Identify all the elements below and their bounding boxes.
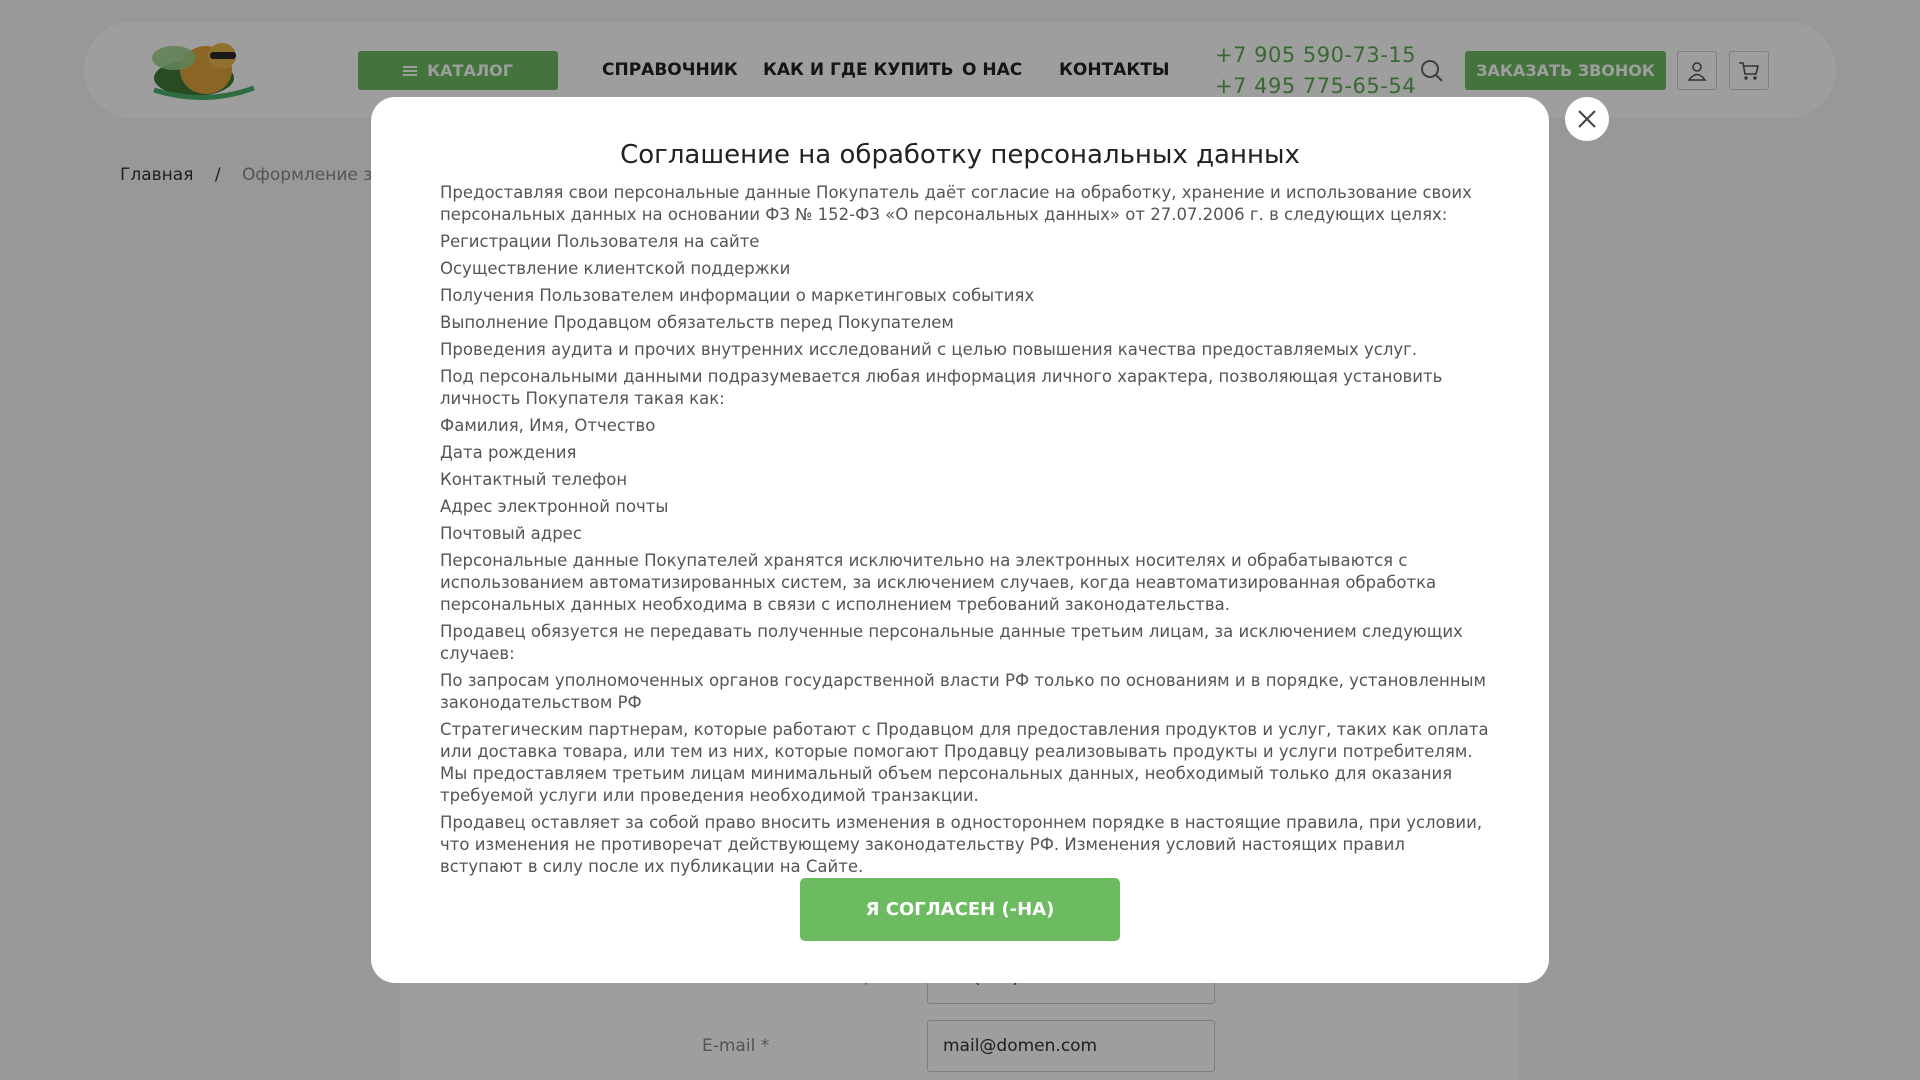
consent-paragraph: Персональные данные Покупателей хранятся… [440, 551, 1437, 614]
close-icon [1578, 110, 1596, 128]
consent-paragraph: Фамилия, Имя, Отчество [440, 416, 656, 435]
consent-paragraph: Под персональными данными подразумеваетс… [440, 367, 1443, 408]
consent-paragraph: Продавец оставляет за собой право вносит… [440, 813, 1483, 876]
modal-title: Соглашение на обработку персональных дан… [620, 140, 1300, 170]
consent-paragraph: Дата рождения [440, 443, 577, 462]
consent-paragraph: Стратегическим партнерам, которые работа… [440, 720, 1489, 805]
modal-close-button[interactable] [1565, 97, 1609, 141]
consent-paragraph: Продавец обязуется не передавать получен… [440, 622, 1463, 663]
consent-paragraph: Предоставляя свои персональные данные По… [440, 183, 1472, 224]
consent-paragraph: Регистрации Пользователя на сайте [440, 232, 760, 251]
consent-paragraph: Проведения аудита и прочих внутренних ис… [440, 340, 1418, 359]
consent-paragraph: Контактный телефон [440, 470, 628, 489]
modal-body: Предоставляя свои персональные данные По… [440, 182, 1490, 883]
consent-paragraph: По запросам уполномоченных органов госуд… [440, 671, 1486, 712]
agree-button[interactable]: Я СОГЛАСЕН (-НА) [800, 878, 1120, 941]
consent-paragraph: Выполнение Продавцом обязательств перед … [440, 313, 954, 332]
consent-paragraph: Почтовый адрес [440, 524, 582, 543]
consent-paragraph: Получения Пользователем информации о мар… [440, 286, 1035, 305]
consent-paragraph: Осуществление клиентской поддержки [440, 259, 791, 278]
consent-paragraph: Адрес электронной почты [440, 497, 669, 516]
